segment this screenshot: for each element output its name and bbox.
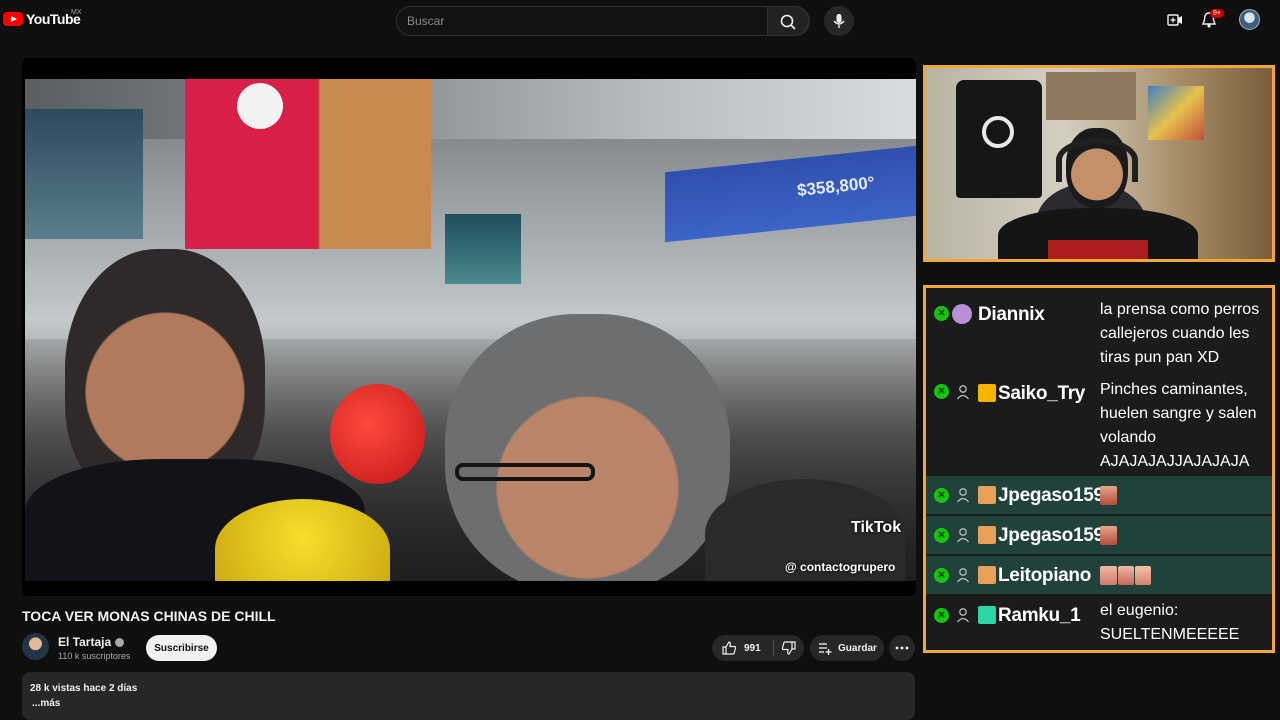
search-icon bbox=[780, 14, 796, 30]
emote-badge-icon bbox=[978, 486, 996, 504]
create-video-icon[interactable] bbox=[1165, 10, 1185, 30]
face-emote-icon bbox=[1100, 526, 1117, 545]
tiktok-watermark: TikTok bbox=[851, 519, 902, 536]
chat-username: Saiko_Try bbox=[998, 383, 1086, 404]
face-emote-icon bbox=[1100, 566, 1117, 585]
chat-message: ✕ Diannix la prensa como perros callejer… bbox=[926, 292, 1272, 370]
user-icon bbox=[956, 608, 970, 623]
chat-message: ✕ Ramku_1 el eugenio: SUELTENMEEEEE bbox=[926, 596, 1272, 650]
chat-username: Diannix bbox=[978, 304, 1045, 325]
youtube-logo[interactable]: YouTube MX bbox=[3, 9, 82, 27]
emote-badge-icon bbox=[978, 566, 996, 584]
shirt-print bbox=[1048, 240, 1148, 259]
more-dots-icon bbox=[895, 646, 909, 650]
emote-badge-icon bbox=[978, 526, 996, 544]
save-button[interactable]: Guardar bbox=[810, 635, 884, 661]
like-count: 991 bbox=[744, 642, 761, 654]
shirt-logo bbox=[982, 116, 1014, 148]
tiktok-handle: @ contactogrupero bbox=[785, 560, 896, 574]
person-right-head bbox=[445, 314, 730, 581]
chat-overlay: ✕ Diannix la prensa como perros callejer… bbox=[923, 285, 1275, 653]
like-dislike-group: 991 bbox=[712, 635, 804, 661]
channel-badge-icon: ✕ bbox=[934, 384, 949, 399]
user-icon bbox=[956, 488, 970, 503]
channel-badge-icon: ✕ bbox=[934, 608, 949, 623]
user-icon bbox=[956, 385, 970, 400]
youtube-play-icon bbox=[3, 12, 23, 26]
channel-name[interactable]: El Tartaja bbox=[58, 635, 111, 649]
notification-count-badge: 9+ bbox=[1210, 9, 1224, 18]
top-bar: YouTube MX 9+ bbox=[0, 0, 1280, 40]
description-more-link[interactable]: ...más bbox=[32, 698, 60, 709]
thumbs-down-icon bbox=[781, 641, 796, 655]
ad-circle-logo bbox=[237, 83, 283, 129]
microphone-icon bbox=[833, 14, 845, 28]
chat-message: ✕ Leitopiano bbox=[926, 556, 1272, 594]
user-avatar bbox=[952, 304, 972, 324]
thumbs-up-icon bbox=[722, 641, 737, 655]
headphones bbox=[1056, 138, 1138, 182]
user-icon bbox=[956, 568, 970, 583]
subscribe-button[interactable]: Suscribirse bbox=[146, 635, 217, 661]
save-label: Guardar bbox=[838, 642, 877, 654]
person-right-glasses bbox=[455, 463, 595, 481]
face-emote-icon bbox=[1100, 486, 1117, 505]
search-button[interactable] bbox=[767, 6, 809, 36]
voice-search-button[interactable] bbox=[824, 6, 854, 36]
webcam-overlay bbox=[923, 65, 1275, 262]
view-count-and-date: 28 k vistas hace 2 días bbox=[30, 683, 138, 694]
chat-username: Jpegaso159 bbox=[998, 525, 1104, 546]
flight-board-center bbox=[445, 214, 521, 284]
search-box bbox=[396, 6, 810, 36]
chat-text: la prensa como perros callejeros cuando … bbox=[1100, 301, 1260, 366]
channel-badge-icon: ✕ bbox=[934, 306, 949, 321]
description-box[interactable]: 28 k vistas hace 2 días ...más bbox=[22, 672, 915, 720]
account-avatar[interactable] bbox=[1239, 9, 1260, 30]
dislike-button[interactable] bbox=[774, 635, 804, 661]
face-emote-icon bbox=[1118, 566, 1134, 585]
like-button[interactable]: 991 bbox=[712, 635, 772, 661]
airport-ceiling bbox=[25, 79, 916, 139]
shelf bbox=[1046, 72, 1136, 120]
blue-banner bbox=[665, 145, 916, 243]
channel-badge-icon: ✕ bbox=[934, 568, 949, 583]
verified-check-icon bbox=[115, 638, 125, 648]
chat-username: Leitopiano bbox=[998, 565, 1092, 586]
chat-message: ✕ Saiko_Try Pinches caminantes, huelen s… bbox=[926, 372, 1272, 474]
more-actions-button[interactable] bbox=[889, 635, 915, 661]
chat-username: Ramku_1 bbox=[998, 605, 1081, 626]
playlist-add-icon bbox=[819, 643, 832, 655]
flight-board-left bbox=[25, 109, 143, 239]
country-code: MX bbox=[71, 9, 82, 16]
chat-username: Jpegaso159 bbox=[998, 485, 1104, 506]
video-frame[interactable]: $358,800° TikTok @ contactogrupero bbox=[25, 79, 916, 581]
face-emote-icon bbox=[1135, 566, 1151, 585]
subscriber-count: 110 k suscriptores bbox=[58, 651, 131, 661]
gift-badge-icon bbox=[978, 606, 996, 624]
video-player[interactable]: $358,800° TikTok @ contactogrupero bbox=[22, 58, 916, 596]
channel-avatar[interactable] bbox=[22, 633, 49, 660]
user-icon bbox=[956, 528, 970, 543]
red-microphone bbox=[330, 384, 425, 484]
chat-message: ✕ Jpegaso159 bbox=[926, 476, 1272, 514]
video-title: TOCA VER MONAS CHINAS DE CHILL bbox=[22, 608, 276, 624]
channel-badge-icon: ✕ bbox=[934, 528, 949, 543]
chat-message: ✕ Jpegaso159 bbox=[926, 516, 1272, 554]
poster bbox=[1148, 86, 1204, 140]
channel-badge-icon: ✕ bbox=[934, 488, 949, 503]
pizza-ad-screen bbox=[185, 79, 431, 249]
chat-text: el eugenio: SUELTENMEEEEE bbox=[1100, 602, 1240, 643]
search-input[interactable] bbox=[407, 7, 767, 35]
channel-name-row[interactable]: El Tartaja bbox=[58, 635, 125, 649]
crown-badge-icon bbox=[978, 384, 996, 402]
chat-text: Pinches caminantes, huelen sangre y sale… bbox=[1100, 381, 1257, 470]
